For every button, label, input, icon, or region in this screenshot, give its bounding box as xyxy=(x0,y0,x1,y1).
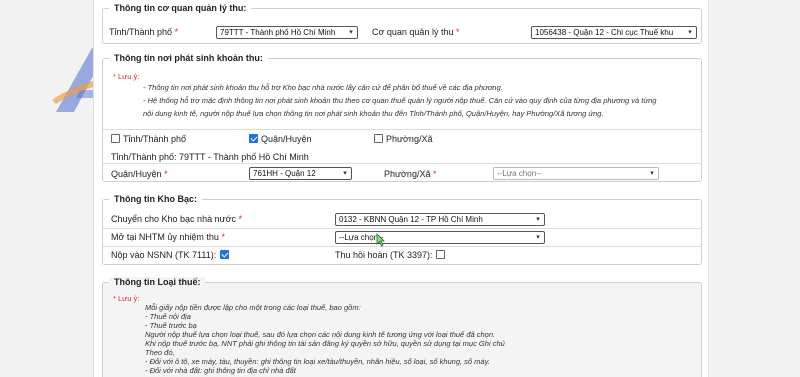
bank-label: Mở tại NHTM ủy nhiệm thu * xyxy=(111,232,225,242)
tax-payment-form: Thông tin cơ quan quản lý thu: Tỉnh/Thàn… xyxy=(93,0,709,377)
tax-authority-section: Thông tin cơ quan quản lý thu: Tỉnh/Thàn… xyxy=(102,3,702,44)
refund-checkbox[interactable]: Thu hồi hoàn (TK 3397): xyxy=(335,250,448,260)
section-title: Thông tin nơi phát sinh khoản thu: xyxy=(109,53,268,63)
tax-type-section: Thông tin Loại thuế: * Lưu ý: Mỗi giấy n… xyxy=(102,277,702,377)
ward-checkbox[interactable]: Phường/Xã xyxy=(374,134,432,144)
note-line: - Hệ thống hỗ trợ mặc định thông tin nơi… xyxy=(143,96,657,105)
note-line: - Đối với nhà đất: ghi thông tin địa chỉ… xyxy=(145,366,296,375)
checkbox-icon xyxy=(374,134,383,143)
note-line: Khi nộp thuế trước bạ, NNT phải ghi thôn… xyxy=(145,339,505,348)
note-line: Theo đó, xyxy=(145,348,175,357)
province-select[interactable]: 79TTT - Thành phố Hồ Chí Minh ▾ xyxy=(216,26,358,39)
note-line: - Đối với ô tô, xe máy, tàu, thuyền: ghi… xyxy=(145,357,490,366)
note-line: Người nộp thuế lựa chọn loại thuế, sau đ… xyxy=(145,330,496,339)
district-label: Quận/Huyện * xyxy=(111,169,168,179)
ward-label: Phường/Xã * xyxy=(384,169,437,179)
note-line: nội dung kinh tế, người nộp thuế lựa chọ… xyxy=(143,109,604,118)
note-title: * Lưu ý: xyxy=(113,294,140,303)
chevron-down-icon: ▾ xyxy=(533,232,543,243)
divider xyxy=(103,228,701,229)
mouse-cursor-icon xyxy=(376,233,385,247)
treasury-section: Thông tin Kho Bạc: Chuyển cho Kho bạc nh… xyxy=(102,194,702,265)
ward-select[interactable]: --Lựa chọn-- ▾ xyxy=(493,167,659,180)
province-checkbox[interactable]: Tỉnh/Thành phố xyxy=(111,134,186,144)
checkbox-checked-icon xyxy=(219,250,229,259)
chevron-down-icon: ▾ xyxy=(685,27,695,38)
district-checkbox[interactable]: Quận/Huyện xyxy=(249,134,312,144)
note-title: * Lưu ý: xyxy=(113,72,140,81)
note-line: - Thuế trước bạ xyxy=(145,321,197,330)
note-line: - Thuế nội địa xyxy=(145,312,191,321)
chevron-down-icon: ▾ xyxy=(647,168,657,179)
agency-label: Cơ quan quản lý thu * xyxy=(372,27,460,37)
chevron-down-icon: ▾ xyxy=(340,168,350,179)
revenue-origin-section: Thông tin nơi phát sinh khoản thu: * Lưu… xyxy=(102,53,702,182)
selected-province-text: Tỉnh/Thành phố: 79TTT - Thành phố Hồ Chí… xyxy=(111,152,309,162)
section-title: Thông tin Loại thuế: xyxy=(109,277,206,287)
chevron-down-icon: ▾ xyxy=(533,214,543,225)
section-title: Thông tin cơ quan quản lý thu: xyxy=(109,3,252,13)
nsnn-checkbox[interactable]: Nộp vào NSNN (TK 7111): xyxy=(111,250,232,260)
divider xyxy=(103,246,701,247)
note-line: - Thông tin nơi phát sinh khoản thu hỗ t… xyxy=(143,83,503,92)
checkbox-icon xyxy=(436,250,446,259)
province-label: Tỉnh/Thành phố * xyxy=(109,27,179,37)
section-title: Thông tin Kho Bạc: xyxy=(109,194,202,204)
checkbox-icon xyxy=(111,134,120,143)
chevron-down-icon: ▾ xyxy=(346,27,356,38)
checkbox-checked-icon xyxy=(249,134,258,143)
agency-select[interactable]: 1056438 - Quận 12 - Chi cục Thuế khu ▾ xyxy=(531,26,697,39)
note-line: Mỗi giấy nộp tiền được lập cho một trong… xyxy=(145,303,361,312)
divider xyxy=(103,163,701,164)
district-select[interactable]: 761HH - Quận 12 ▾ xyxy=(249,167,352,180)
treasury-select[interactable]: 0132 - KBNN Quận 12 - TP Hồ Chí Minh ▾ xyxy=(335,213,545,226)
divider xyxy=(103,129,701,130)
bank-select[interactable]: --Lựa chọn-- ▾ xyxy=(335,231,545,244)
treasury-label: Chuyển cho Kho bạc nhà nước * xyxy=(111,214,243,224)
